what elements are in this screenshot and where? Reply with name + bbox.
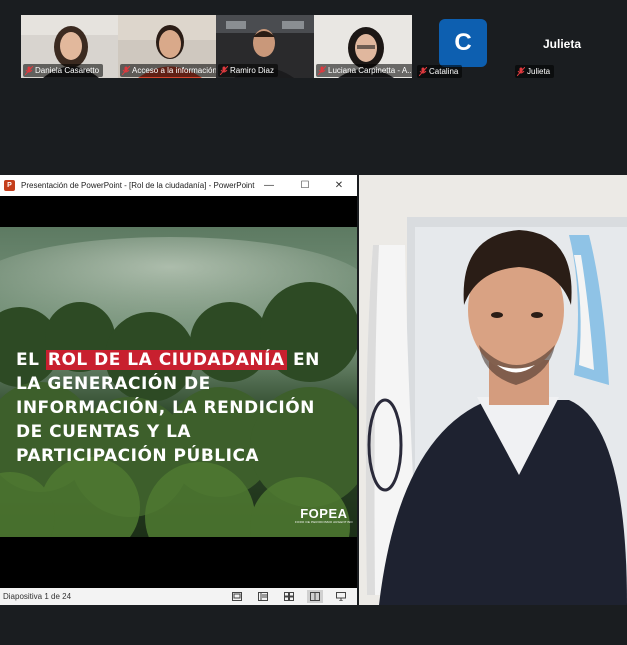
reading-view-icon[interactable] [307, 590, 323, 603]
participant-display-name: Julieta [542, 37, 581, 51]
participant-tile[interactable]: Luciana Carpinetta - A... [314, 15, 412, 78]
close-button[interactable]: ✕ [324, 175, 354, 196]
active-speaker-video[interactable] [359, 175, 627, 605]
participant-name: Daniela Casaretto [35, 66, 100, 75]
slide-title: El Rol de la ciudadanía en la generación… [16, 350, 320, 466]
mic-muted-icon [122, 66, 130, 75]
slideshow-icon[interactable] [333, 590, 349, 603]
participant-name-tag: Luciana Carpinetta - A... [316, 64, 412, 77]
participant-tile[interactable]: Acceso a la información [118, 15, 216, 78]
notes-icon[interactable] [229, 590, 245, 603]
participant-tile[interactable]: Daniela Casaretto [21, 15, 119, 78]
bottom-bar [0, 605, 627, 645]
participant-name-tag: Acceso a la información [120, 64, 216, 77]
slide-counter: Diapositiva 1 de 24 [3, 592, 72, 601]
participant-name: Ramiro Diaz [230, 66, 275, 75]
participant-name-tag: Ramiro Diaz [218, 64, 279, 77]
participant-name-tag: Catalina [417, 65, 463, 78]
participant-tile[interactable]: C Catalina [415, 15, 513, 78]
slide-title-highlight: Rol de la ciudadanía [45, 350, 287, 370]
participant-tile[interactable]: Ramiro Diaz [216, 15, 314, 78]
powerpoint-logo-icon: P [4, 180, 15, 191]
mic-muted-icon [419, 67, 427, 76]
window-titlebar[interactable]: P Presentación de PowerPoint - [Rol de l… [0, 175, 357, 196]
fopea-logo: FOPEA FORO DE PERIODISMO ARGENTINO [295, 506, 353, 524]
window-title: Presentación de PowerPoint - [Rol de la … [21, 181, 255, 190]
participant-name: Catalina [429, 67, 459, 76]
avatar: C [439, 19, 487, 67]
maximize-button[interactable]: ☐ [290, 175, 320, 196]
speaker-video-frame [359, 175, 627, 605]
powerpoint-window[interactable]: P Presentación de PowerPoint - [Rol de l… [0, 175, 357, 605]
normal-view-icon[interactable] [255, 590, 271, 603]
participant-name: Acceso a la información [132, 66, 216, 75]
participant-name: Julieta [527, 67, 551, 76]
participant-name: Luciana Carpinetta - A... [328, 66, 412, 75]
mic-muted-icon [517, 67, 525, 76]
status-bar: Diapositiva 1 de 24 [0, 588, 357, 605]
slide-sorter-icon[interactable] [281, 590, 297, 603]
participant-name-tag: Julieta [515, 65, 555, 78]
participant-name-tag: Daniela Casaretto [23, 64, 104, 77]
mic-muted-icon [318, 66, 326, 75]
minimize-button[interactable]: — [254, 175, 284, 196]
mic-muted-icon [25, 66, 33, 75]
mic-muted-icon [220, 66, 228, 75]
slide-canvas[interactable]: El Rol de la ciudadanía en la generación… [0, 227, 357, 537]
participant-strip: Daniela Casaretto Acceso a la informació… [0, 0, 627, 175]
